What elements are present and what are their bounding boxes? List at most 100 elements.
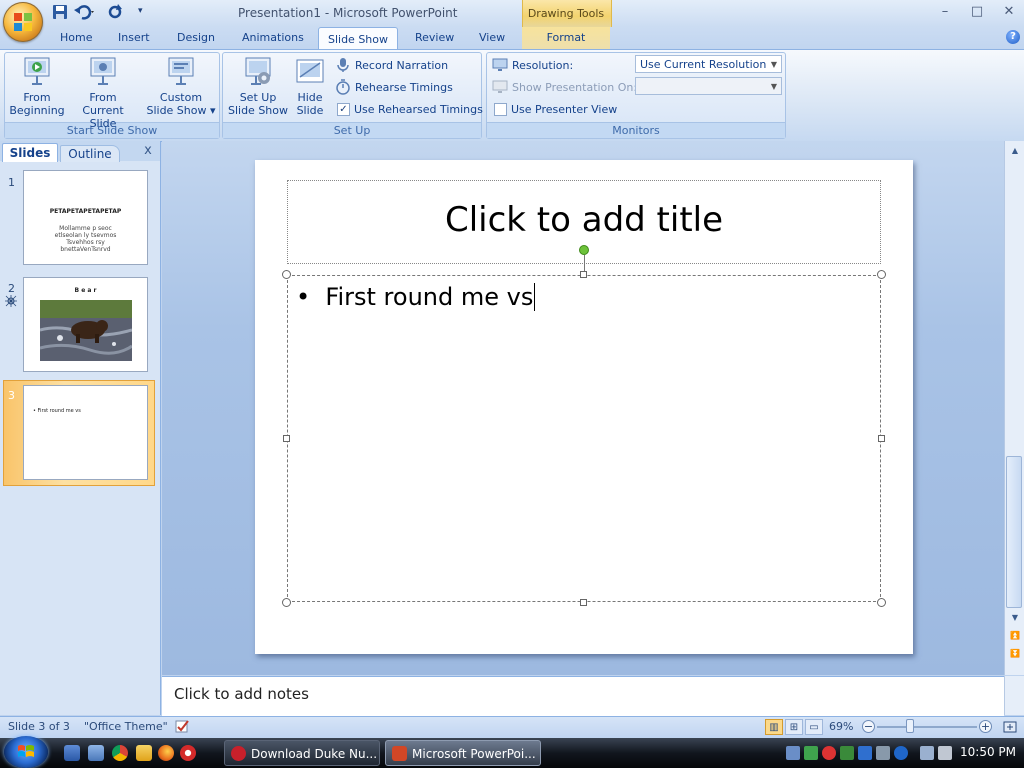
tab-outline[interactable]: Outline <box>60 145 120 162</box>
opera-task-icon <box>231 746 246 761</box>
tab-animations[interactable]: Animations <box>242 31 304 44</box>
close-pane-icon[interactable]: x <box>142 144 154 158</box>
tray-security-icon[interactable] <box>840 746 854 760</box>
resolution-dropdown[interactable]: Use Current Resolution ▼ <box>635 55 782 73</box>
resize-handle-top-left[interactable] <box>282 270 291 279</box>
undo-icon[interactable] <box>74 4 96 22</box>
slide-count-status: Slide 3 of 3 <box>8 720 70 733</box>
set-up-slide-show-button[interactable]: Set Up Slide Show <box>226 56 290 117</box>
tab-insert[interactable]: Insert <box>118 31 150 44</box>
resize-handle-top[interactable] <box>580 271 587 278</box>
previous-slide-icon[interactable]: ⏫ <box>1007 628 1023 644</box>
office-button[interactable] <box>3 2 43 42</box>
spell-check-icon[interactable] <box>175 719 191 734</box>
rotate-handle[interactable] <box>579 245 589 255</box>
use-presenter-view-checkbox[interactable]: Use Presenter View <box>494 100 617 118</box>
task-download-duke[interactable]: Download Duke Nu... <box>224 740 380 766</box>
show-presentation-on-dropdown[interactable]: ▼ <box>635 77 782 95</box>
maximize-button[interactable]: □ <box>966 4 988 20</box>
stopwatch-icon <box>336 79 350 95</box>
save-icon[interactable] <box>52 4 68 22</box>
normal-view-icon[interactable]: ▥ <box>765 719 783 735</box>
zoom-in-icon[interactable]: + <box>979 720 992 733</box>
start-button[interactable] <box>4 736 48 768</box>
tray-info-icon[interactable] <box>894 746 908 760</box>
scroll-down-icon[interactable]: ▼ <box>1007 610 1023 626</box>
task-label-1: Download Duke Nu... <box>251 747 378 761</box>
from-current-slide-button[interactable]: From Current Slide <box>68 56 138 130</box>
slide-thumbnail-3[interactable]: • First round me vs <box>23 385 148 480</box>
title-bar <box>0 0 1024 27</box>
tab-slides[interactable]: Slides <box>2 143 58 162</box>
scroll-thumb[interactable] <box>1006 456 1022 608</box>
task-label-2: Microsoft PowerPoi... <box>412 747 536 761</box>
slideshow-from-beginning-icon <box>24 57 50 85</box>
rehearse-timings-button[interactable]: Rehearse Timings <box>335 78 453 96</box>
redo-icon[interactable] <box>107 4 123 22</box>
chrome-icon[interactable] <box>112 745 128 761</box>
switch-windows-icon[interactable] <box>88 745 104 761</box>
zoom-level[interactable]: 69% <box>829 720 853 733</box>
tray-network-icon[interactable] <box>786 746 800 760</box>
show-presentation-on-row: Show Presentation On: <box>492 78 637 96</box>
hide-slide-button[interactable]: Hide Slide <box>292 56 328 117</box>
customize-qat-icon[interactable]: ▾ <box>138 6 143 24</box>
tray-volume-muted-icon[interactable] <box>938 746 952 760</box>
help-icon[interactable]: ? <box>1006 30 1020 44</box>
content-placeholder[interactable] <box>287 275 881 602</box>
clock[interactable]: 10:50 PM <box>960 745 1016 759</box>
slide-sorter-view-icon[interactable]: ⊞ <box>785 719 803 735</box>
opera-icon[interactable] <box>180 745 196 761</box>
resize-handle-bottom-right[interactable] <box>877 598 886 607</box>
zoom-slider-knob[interactable] <box>906 719 914 733</box>
zoom-out-icon[interactable]: − <box>862 720 875 733</box>
notes-placeholder: Click to add notes <box>174 685 309 703</box>
body-text[interactable]: • First round me vs <box>296 283 536 311</box>
bullet-glyph: • <box>296 283 311 311</box>
custom-slideshow-icon <box>168 57 194 85</box>
tray-bluetooth-icon[interactable] <box>858 746 872 760</box>
tray-usb-icon[interactable] <box>876 746 890 760</box>
powerpoint-task-icon <box>392 746 407 761</box>
messenger-icon[interactable] <box>136 745 152 761</box>
hide-line1: Hide <box>297 91 323 104</box>
resize-handle-bottom[interactable] <box>580 599 587 606</box>
close-button[interactable]: ✕ <box>998 4 1020 20</box>
firefox-icon[interactable] <box>158 745 174 761</box>
tab-home[interactable]: Home <box>60 31 92 44</box>
presenter-view-label: Use Presenter View <box>511 102 618 116</box>
minimize-button[interactable]: – <box>934 4 956 20</box>
scroll-up-icon[interactable]: ▲ <box>1007 143 1023 159</box>
resolution-label: Resolution: <box>512 58 574 72</box>
zoom-slider-track[interactable] <box>877 726 977 728</box>
slide-number-2: 2 <box>8 282 15 295</box>
notes-scrollbar[interactable] <box>1004 676 1024 715</box>
from-beginning-button[interactable]: From Beginning <box>8 56 66 117</box>
next-slide-icon[interactable]: ⏬ <box>1007 646 1023 662</box>
tray-app-icon[interactable] <box>804 746 818 760</box>
custom-slide-show-button[interactable]: Custom Slide Show ▾ <box>144 56 218 117</box>
office-logo-icon <box>14 13 32 31</box>
resize-handle-left[interactable] <box>283 435 290 442</box>
fit-to-window-icon[interactable] <box>1002 719 1018 735</box>
tab-format[interactable]: Format <box>522 27 610 49</box>
record-narration-button[interactable]: Record Narration <box>335 56 448 74</box>
tab-review[interactable]: Review <box>415 31 454 44</box>
tray-display-icon[interactable] <box>920 746 934 760</box>
resize-handle-right[interactable] <box>878 435 885 442</box>
resize-handle-top-right[interactable] <box>877 270 886 279</box>
tab-view[interactable]: View <box>479 31 505 44</box>
slide-thumbnail-1[interactable]: PETAPETAPETAPETAP Mollamme p seoc etlseo… <box>23 170 148 265</box>
tray-alert-icon[interactable] <box>822 746 836 760</box>
presenter-view-check-icon <box>494 102 507 116</box>
theme-status[interactable]: "Office Theme" <box>84 720 168 733</box>
use-rehearsed-timings-checkbox[interactable]: ✓ Use Rehearsed Timings <box>337 100 483 118</box>
resize-handle-bottom-left[interactable] <box>282 598 291 607</box>
task-powerpoint[interactable]: Microsoft PowerPoi... <box>385 740 541 766</box>
slide-thumbnail-2[interactable]: B e a r <box>23 277 148 372</box>
rehearse-timings-label: Rehearse Timings <box>355 80 453 94</box>
slide-show-view-icon[interactable]: ▭ <box>805 719 823 735</box>
tab-design[interactable]: Design <box>177 31 215 44</box>
show-desktop-icon[interactable] <box>64 745 80 761</box>
ribbon-tabs <box>0 27 1024 49</box>
